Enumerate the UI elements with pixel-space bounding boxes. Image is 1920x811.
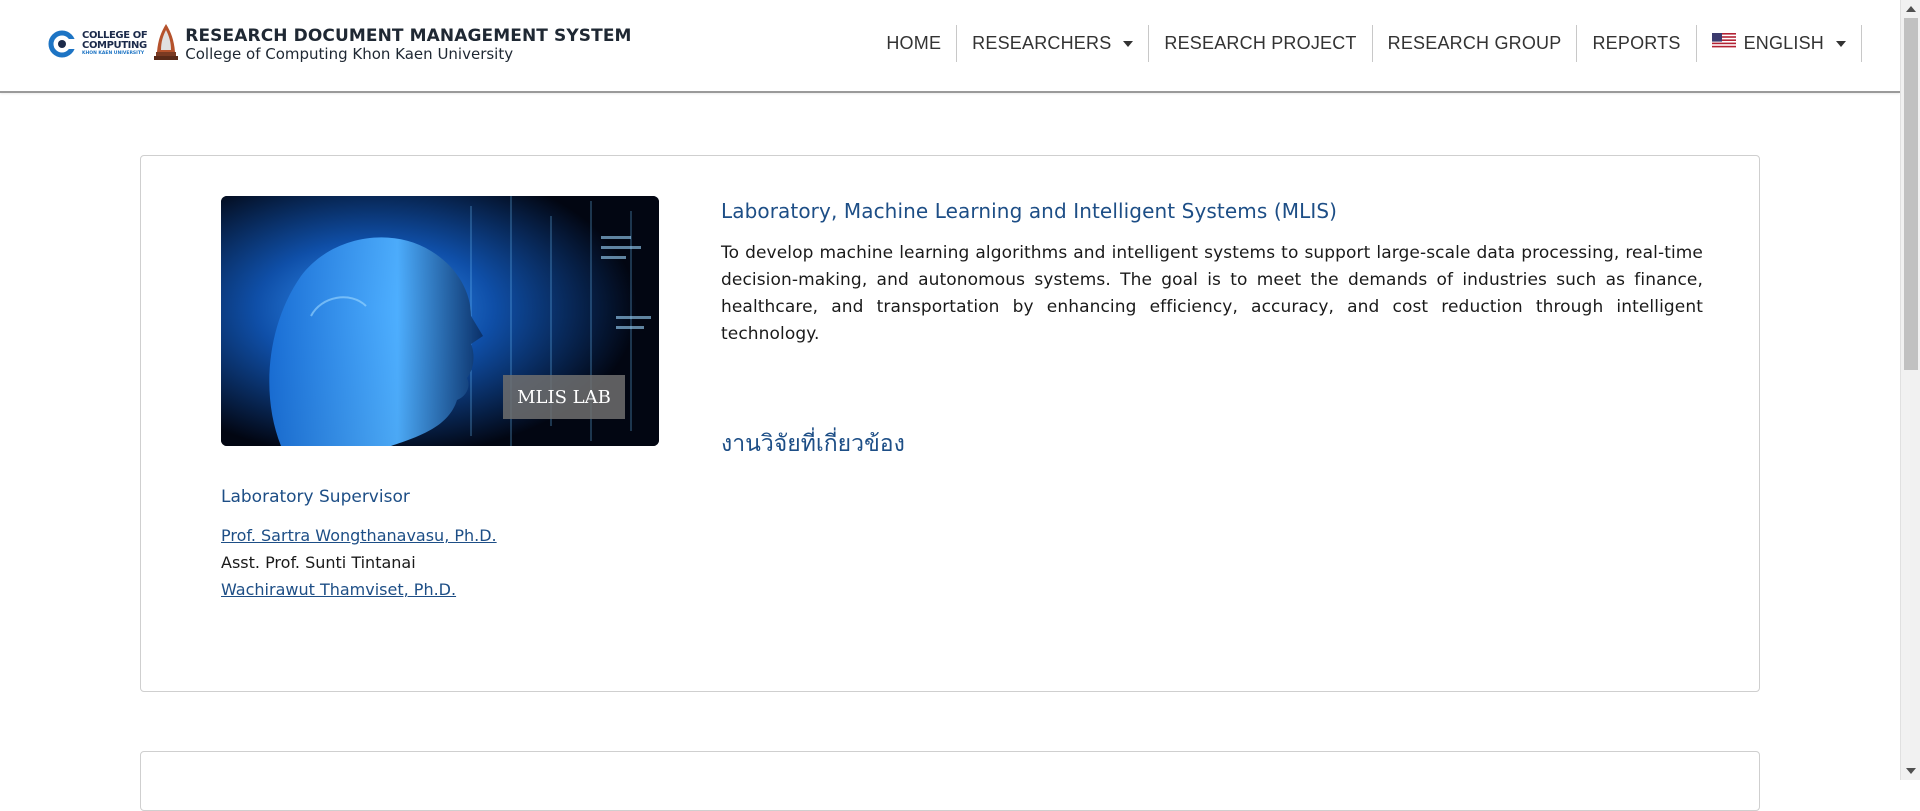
nav-research-project[interactable]: RESEARCH PROJECT xyxy=(1149,25,1373,62)
caret-down-icon xyxy=(1836,40,1846,47)
nav-research-group[interactable]: RESEARCH GROUP xyxy=(1373,25,1578,62)
site-subtitle: College of Computing Khon Kaen Universit… xyxy=(185,44,514,63)
supervisor-heading: Laboratory Supervisor xyxy=(221,487,410,507)
lab-card: MLIS LAB Laboratory, Machine Learning an… xyxy=(140,155,1760,692)
next-lab-card xyxy=(140,751,1760,811)
supervisor-name: Asst. Prof. Sunti Tintanai xyxy=(221,553,416,572)
site-title: RESEARCH DOCUMENT MANAGEMENT SYSTEM xyxy=(185,25,632,46)
logo-line-3: KHON KAEN UNIVERSITY xyxy=(82,51,145,57)
scroll-down-arrow-icon[interactable] xyxy=(1906,768,1916,774)
supervisor-list: Prof. Sartra Wongthanavasu, Ph.D. Asst. … xyxy=(221,522,497,603)
lab-image: MLIS LAB xyxy=(221,196,659,446)
nav-researchers-dropdown[interactable]: RESEARCHERS xyxy=(957,25,1150,62)
page-scrollbar[interactable] xyxy=(1900,0,1920,780)
us-flag-icon xyxy=(1711,33,1736,54)
scroll-thumb[interactable] xyxy=(1904,18,1918,370)
kku-emblem-icon xyxy=(153,22,179,66)
supervisor-link[interactable]: Wachirawut Thamviset, Ph.D. xyxy=(221,576,497,603)
nav-research-group-label: RESEARCH GROUP xyxy=(1387,33,1562,53)
cc-mark-icon xyxy=(48,30,76,58)
lab-description: To develop machine learning algorithms a… xyxy=(721,243,1703,344)
language-dropdown[interactable]: ENGLISH xyxy=(1697,25,1862,62)
nav-researchers-label: RESEARCHERS xyxy=(972,33,1112,53)
supervisor-link[interactable]: Prof. Sartra Wongthanavasu, Ph.D. xyxy=(221,522,497,549)
nav-reports[interactable]: REPORTS xyxy=(1577,25,1697,62)
scroll-up-arrow-icon[interactable] xyxy=(1906,6,1916,12)
lab-title: Laboratory, Machine Learning and Intelli… xyxy=(721,199,1338,223)
language-label: ENGLISH xyxy=(1743,33,1824,53)
caret-down-icon xyxy=(1123,40,1134,47)
main-nav: HOME RESEARCHERS RESEARCH PROJECT RESEAR… xyxy=(871,25,1862,62)
nav-research-project-label: RESEARCH PROJECT xyxy=(1164,33,1357,53)
image-overlay-label: MLIS LAB xyxy=(503,375,625,419)
nav-home[interactable]: HOME xyxy=(871,25,958,62)
brand[interactable]: COLLEGE OF COMPUTING KHON KAEN UNIVERSIT… xyxy=(48,24,632,64)
related-research-heading: งานวิจัยที่เกี่ยวข้อง xyxy=(721,431,905,457)
college-of-computing-logo: COLLEGE OF COMPUTING KHON KAEN UNIVERSIT… xyxy=(48,30,148,58)
top-navbar: COLLEGE OF COMPUTING KHON KAEN UNIVERSIT… xyxy=(0,0,1900,93)
logo-line-2: COMPUTING xyxy=(82,40,147,52)
nav-reports-label: REPORTS xyxy=(1592,33,1681,53)
nav-home-label: HOME xyxy=(886,33,942,53)
